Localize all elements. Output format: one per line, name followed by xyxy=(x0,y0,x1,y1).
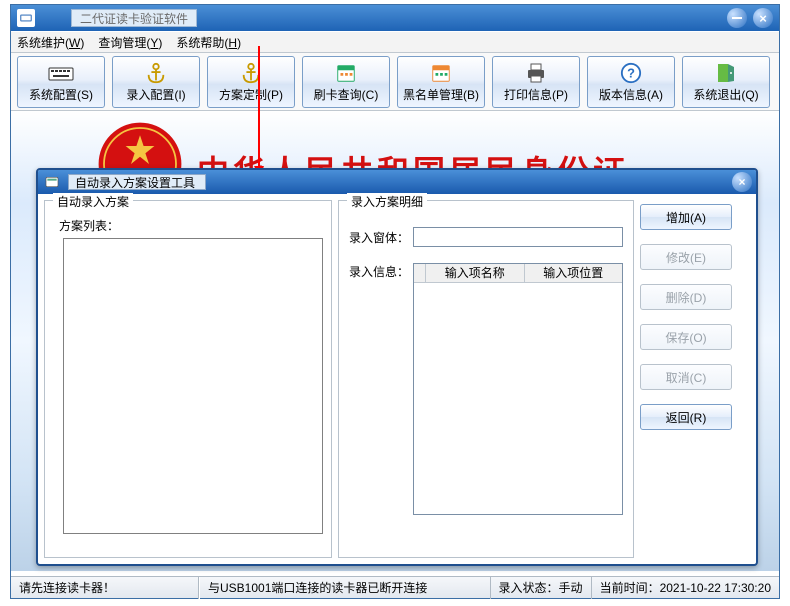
save-button[interactable]: 保存(O) xyxy=(640,324,732,350)
tool-version-info[interactable]: ? 版本信息(A) xyxy=(587,56,675,108)
menu-help[interactable]: 系统帮助(H) xyxy=(176,34,241,51)
svg-text:?: ? xyxy=(627,66,635,81)
dialog-titlebar: 自动录入方案设置工具 xyxy=(38,170,756,194)
tool-system-exit[interactable]: 系统退出(Q) xyxy=(682,56,770,108)
cancel-button[interactable]: 取消(C) xyxy=(640,364,732,390)
app-icon xyxy=(17,9,35,27)
input-info-table[interactable]: 输入项名称 输入项位置 xyxy=(413,263,623,515)
menubar: 系统维护(W) 查询管理(Y) 系统帮助(H) xyxy=(11,31,779,53)
group-plan-detail: 录入方案明细 录入窗体： 录入信息： 输入项名称 输入项位置 xyxy=(338,200,634,558)
group-right-title: 录入方案明细 xyxy=(347,193,427,210)
table-col-item-name[interactable]: 输入项名称 xyxy=(426,264,525,282)
plan-list-label: 方案列表： xyxy=(59,217,321,234)
calendar-icon xyxy=(430,60,452,86)
dialog-auto-input-plan: 自动录入方案设置工具 自动录入方案 方案列表： 录入方案明细 录入窗体： 录入信… xyxy=(36,168,758,566)
tool-blacklist[interactable]: 黑名单管理(B) xyxy=(397,56,485,108)
toolbar: 系统配置(S) 录入配置(I) 方案定制(P) 刷卡查询(C) 黑名单管理(B)… xyxy=(11,53,779,111)
tool-card-query[interactable]: 刷卡查询(C) xyxy=(302,56,390,108)
input-info-label: 录入信息： xyxy=(349,263,409,280)
tool-plan-custom[interactable]: 方案定制(P) xyxy=(207,56,295,108)
annotation-arrow-icon xyxy=(254,46,264,176)
edit-button[interactable]: 修改(E) xyxy=(640,244,732,270)
app-title: 二代证读卡验证软件 xyxy=(71,9,197,27)
minimize-button[interactable] xyxy=(727,8,747,28)
dialog-icon xyxy=(42,172,62,192)
input-window-field[interactable] xyxy=(413,227,623,247)
menu-system-maint[interactable]: 系统维护(W) xyxy=(17,34,84,51)
dialog-close-button[interactable] xyxy=(732,172,752,192)
menu-query-mgmt[interactable]: 查询管理(Y) xyxy=(98,34,162,51)
delete-button[interactable]: 删除(D) xyxy=(640,284,732,310)
calendar-icon xyxy=(335,60,357,86)
tool-input-config[interactable]: 录入配置(I) xyxy=(112,56,200,108)
dialog-button-column: 增加(A) 修改(E) 删除(D) 保存(O) 取消(C) 返回(R) xyxy=(640,200,732,558)
printer-icon xyxy=(524,60,548,86)
status-connection: 与USB1001端口连接的读卡器已断开连接 xyxy=(199,577,491,599)
exit-door-icon xyxy=(716,60,736,86)
statusbar: 请先连接读卡器！ 与USB1001端口连接的读卡器已断开连接 录入状态：手动 当… xyxy=(11,576,779,598)
input-window-label: 录入窗体： xyxy=(349,229,409,246)
keyboard-icon xyxy=(48,60,74,86)
group-auto-input-plan: 自动录入方案 方案列表： xyxy=(44,200,332,558)
main-titlebar: 二代证读卡验证软件 xyxy=(11,5,779,31)
tool-print-info[interactable]: 打印信息(P) xyxy=(492,56,580,108)
return-button[interactable]: 返回(R) xyxy=(640,404,732,430)
table-row-header-stub xyxy=(414,264,426,282)
status-current-time: 当前时间：2021-10-22 17:30:20 xyxy=(592,577,779,599)
group-left-title: 自动录入方案 xyxy=(53,193,133,210)
dialog-title: 自动录入方案设置工具 xyxy=(68,174,206,190)
anchor-icon xyxy=(145,60,167,86)
tool-system-config[interactable]: 系统配置(S) xyxy=(17,56,105,108)
status-input-mode: 录入状态：手动 xyxy=(491,577,592,599)
table-col-item-pos[interactable]: 输入项位置 xyxy=(525,264,623,282)
help-icon: ? xyxy=(620,60,642,86)
close-button[interactable] xyxy=(753,8,773,28)
add-button[interactable]: 增加(A) xyxy=(640,204,732,230)
status-card-reader: 请先连接读卡器！ xyxy=(11,577,199,599)
plan-listbox[interactable] xyxy=(63,238,323,534)
